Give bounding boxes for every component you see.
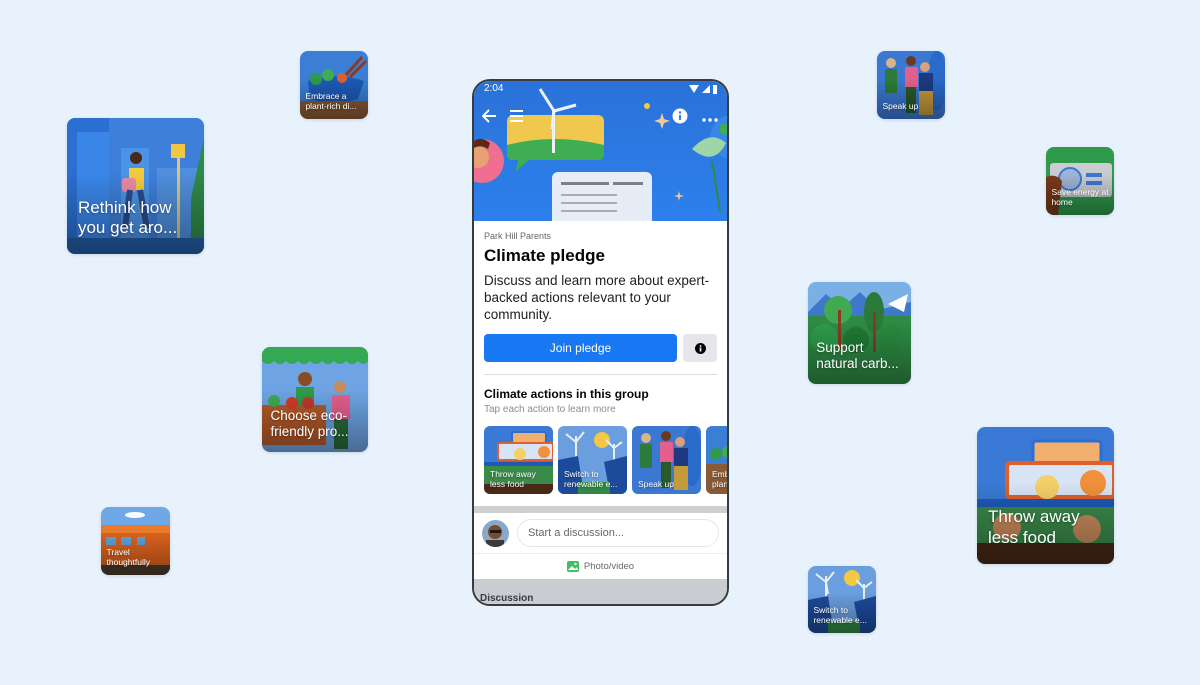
actions-carousel[interactable]: Throw away less food Switch to renewable… xyxy=(484,426,729,494)
tile-label: Rethink how you get aro... xyxy=(77,197,178,238)
tile-label: Choose eco-friendly pro... xyxy=(270,407,349,439)
back-button[interactable] xyxy=(481,105,498,129)
tile-shade xyxy=(877,78,945,119)
hero-illustration xyxy=(474,88,727,221)
photo-video-button[interactable]: Photo/video xyxy=(474,553,727,579)
tile-save-energy[interactable]: Save energy at home xyxy=(1046,147,1114,215)
group-name[interactable]: Park Hill Parents xyxy=(484,231,727,241)
action-card-speak-up[interactable]: Speak up xyxy=(632,426,701,494)
info-icon xyxy=(672,108,688,124)
hero-banner: 2:04 xyxy=(474,81,727,221)
tile-plant-rich-diet[interactable]: Embrace a plant-rich di... xyxy=(300,51,368,119)
pledge-description: Discuss and learn more about expert-back… xyxy=(484,273,710,322)
tile-speak-up[interactable]: Speak up xyxy=(877,51,945,119)
status-time: 2:04 xyxy=(484,83,504,94)
tile-rethink-travel[interactable]: Rethink how you get aro... xyxy=(67,118,204,254)
discussion-composer: Start a discussion... xyxy=(474,513,727,553)
join-pledge-button[interactable]: Join pledge xyxy=(484,334,677,362)
action-card-label: Embrace a plant... xyxy=(712,468,729,489)
tile-label: Support natural carb... xyxy=(816,339,899,372)
tile-label: Speak up xyxy=(882,101,919,112)
pledge-info-button[interactable] xyxy=(683,334,717,362)
actions-section-title: Climate actions in this group xyxy=(484,387,649,401)
battery-icon xyxy=(713,84,717,94)
tile-natural-carbon[interactable]: Support natural carb... xyxy=(808,282,911,384)
section-separator xyxy=(474,506,727,513)
action-card-plant-rich[interactable]: Embrace a plant... xyxy=(706,426,729,494)
avatar[interactable] xyxy=(482,519,509,547)
page-title: Climate pledge xyxy=(484,246,605,265)
menu-icon xyxy=(510,110,523,122)
tile-label: Embrace a plant-rich di... xyxy=(305,90,357,112)
start-discussion-input[interactable]: Start a discussion... xyxy=(517,519,719,547)
more-button[interactable] xyxy=(702,105,718,127)
photo-video-label: Photo/video xyxy=(583,561,635,572)
status-bar: 2:04 xyxy=(474,81,727,97)
divider xyxy=(484,374,717,375)
tile-eco-friendly-products[interactable]: Choose eco-friendly pro... xyxy=(262,347,368,452)
group-content: Park Hill Parents Climate pledge Discuss… xyxy=(474,221,729,604)
tile-label: Switch to renewable e... xyxy=(813,604,867,626)
action-card-label: Throw away less food xyxy=(490,468,536,489)
tile-label: Save energy at home xyxy=(1051,186,1109,208)
info-icon xyxy=(694,342,706,354)
action-card-less-food[interactable]: Throw away less food xyxy=(484,426,553,494)
back-arrow-icon xyxy=(481,109,496,123)
discussion-heading: Discussion xyxy=(480,593,534,604)
action-button-row: Join pledge xyxy=(484,334,717,362)
tile-travel-thoughtfully[interactable]: Travel thoughtfully xyxy=(101,507,170,575)
actions-section-subtitle: Tap each action to learn more xyxy=(484,404,616,415)
info-button[interactable] xyxy=(672,105,688,129)
action-card-label: Switch to renewable e... xyxy=(564,468,618,489)
user-photo xyxy=(482,519,509,547)
phone-frame: 2:04 Park Hill Parents Climate pledge Di… xyxy=(472,79,729,606)
tile-label: Throw away less food xyxy=(987,507,1080,548)
menu-button[interactable] xyxy=(510,105,523,127)
action-card-label: Speak up xyxy=(638,478,674,489)
wifi-icon xyxy=(689,85,699,93)
top-nav xyxy=(474,105,727,127)
signal-icon xyxy=(702,85,710,93)
photo-icon xyxy=(566,561,579,572)
tile-renewable-energy[interactable]: Switch to renewable e... xyxy=(808,566,876,633)
action-card-renewable[interactable]: Switch to renewable e... xyxy=(558,426,627,494)
tile-label: Travel thoughtfully xyxy=(106,546,150,568)
discussion-section: Discussion xyxy=(474,579,727,604)
more-icon xyxy=(702,118,718,122)
tile-less-food-waste[interactable]: Throw away less food xyxy=(977,427,1114,564)
